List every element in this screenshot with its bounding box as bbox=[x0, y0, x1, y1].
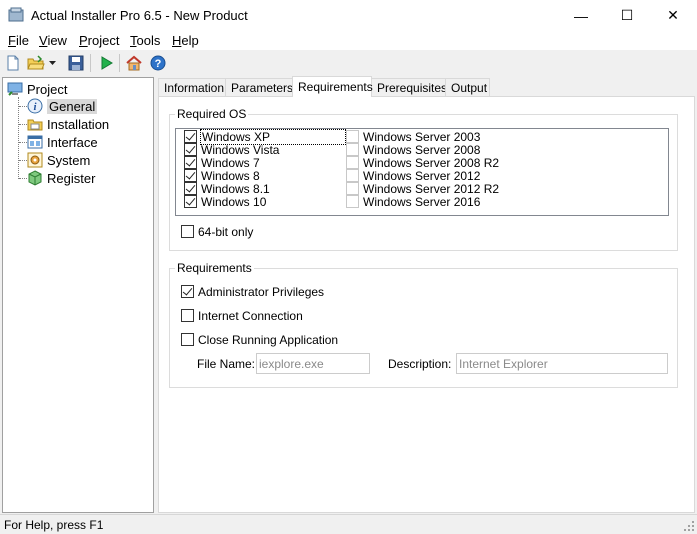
status-text: For Help, press F1 bbox=[4, 518, 104, 532]
open-folder-icon[interactable] bbox=[27, 54, 45, 72]
os-checkbox-windows-7[interactable]: Windows 7 bbox=[184, 156, 260, 170]
tab-parameters[interactable]: Parameters bbox=[225, 78, 293, 97]
checkbox-box[interactable] bbox=[184, 156, 197, 169]
status-bar: For Help, press F1 bbox=[0, 514, 697, 534]
toolbar-separator bbox=[90, 54, 91, 72]
project-tree: Project i General Installation Interface… bbox=[2, 77, 154, 513]
checkbox-box[interactable] bbox=[184, 182, 197, 195]
resize-grip-icon[interactable] bbox=[683, 520, 695, 532]
os-checkbox-windows-server-2012[interactable]: Windows Server 2012 bbox=[346, 169, 480, 183]
checkbox-64-bit-only[interactable]: 64-bit only bbox=[181, 225, 253, 239]
tree-connector bbox=[19, 142, 27, 143]
close-button[interactable]: ✕ bbox=[650, 0, 696, 31]
checkbox-box[interactable] bbox=[181, 333, 194, 346]
menu-tools[interactable]: Tools bbox=[130, 33, 160, 48]
tab-output[interactable]: Output bbox=[445, 78, 490, 97]
checkbox-internet-connection[interactable]: Internet Connection bbox=[181, 309, 303, 323]
menu-project[interactable]: Project bbox=[79, 33, 119, 48]
checkbox-box[interactable] bbox=[346, 130, 359, 143]
register-cube-icon bbox=[28, 170, 42, 186]
svg-text:?: ? bbox=[155, 58, 162, 70]
checkbox-box[interactable] bbox=[181, 309, 194, 322]
checkbox-box[interactable] bbox=[181, 285, 194, 298]
tree-connector bbox=[19, 124, 27, 125]
file-name-field[interactable]: iexplore.exe bbox=[256, 353, 370, 374]
checkbox-administrator-privileges[interactable]: Administrator Privileges bbox=[181, 285, 324, 299]
checkbox-box[interactable] bbox=[184, 130, 197, 143]
os-checkbox-windows-8[interactable]: Windows 8 bbox=[184, 169, 260, 183]
tree-connector bbox=[18, 97, 19, 179]
toolbar: ? bbox=[0, 50, 697, 77]
tree-connector bbox=[19, 106, 27, 107]
os-checkbox-windows-xp[interactable]: Windows XP bbox=[184, 128, 346, 145]
checkbox-box[interactable] bbox=[184, 195, 197, 208]
os-checkbox-windows-server-2008[interactable]: Windows Server 2008 bbox=[346, 143, 480, 157]
checkbox-box[interactable] bbox=[346, 156, 359, 169]
new-file-icon[interactable] bbox=[4, 54, 22, 72]
build-run-icon[interactable] bbox=[97, 54, 115, 72]
window-title: Actual Installer Pro 6.5 - New Product bbox=[31, 8, 248, 23]
checkbox-box[interactable] bbox=[346, 182, 359, 195]
help-icon[interactable]: ? bbox=[149, 54, 167, 72]
tree-item-project[interactable]: Project bbox=[7, 80, 67, 98]
checkbox-box[interactable] bbox=[181, 225, 194, 238]
tree-item-installation[interactable]: Installation bbox=[27, 115, 109, 133]
minimize-button[interactable]: — bbox=[558, 0, 604, 31]
checkbox-box[interactable] bbox=[346, 195, 359, 208]
description-label: Description: bbox=[388, 357, 452, 371]
interface-window-icon bbox=[27, 135, 43, 149]
os-checkbox-windows-8-1[interactable]: Windows 8.1 bbox=[184, 182, 270, 196]
checkbox-box[interactable] bbox=[346, 143, 359, 156]
toolbar-separator bbox=[119, 54, 120, 72]
project-computer-icon bbox=[7, 82, 23, 96]
info-icon: i bbox=[27, 98, 43, 114]
checkbox-box[interactable] bbox=[346, 169, 359, 182]
checkbox-close-running-application[interactable]: Close Running Application bbox=[181, 333, 338, 347]
tab-requirements[interactable]: Requirements bbox=[292, 76, 373, 97]
dropdown-arrow-icon[interactable] bbox=[48, 54, 58, 72]
menu-help[interactable]: Help bbox=[172, 33, 199, 48]
os-checkbox-windows-vista[interactable]: Windows Vista bbox=[184, 143, 279, 157]
tree-item-system[interactable]: System bbox=[27, 151, 90, 169]
file-name-label: File Name: bbox=[197, 357, 256, 371]
tree-item-register[interactable]: Register bbox=[27, 169, 95, 187]
menu-file[interactable]: File bbox=[8, 33, 29, 48]
os-checkbox-windows-server-2008-r2[interactable]: Windows Server 2008 R2 bbox=[346, 156, 499, 170]
os-checkbox-windows-server-2003[interactable]: Windows Server 2003 bbox=[346, 130, 480, 144]
system-settings-icon bbox=[27, 152, 43, 168]
tree-connector bbox=[19, 178, 27, 179]
tree-item-general[interactable]: i General bbox=[27, 97, 98, 115]
tab-prerequisites[interactable]: Prerequisites bbox=[371, 78, 447, 97]
tree-connector bbox=[19, 160, 27, 161]
menu-bar: File View Project Tools Help bbox=[0, 31, 697, 50]
maximize-button[interactable]: ☐ bbox=[604, 0, 650, 31]
app-icon bbox=[8, 7, 24, 22]
os-checkbox-windows-server-2016[interactable]: Windows Server 2016 bbox=[346, 195, 480, 209]
checkbox-box[interactable] bbox=[184, 169, 197, 182]
installation-folder-icon bbox=[27, 119, 43, 131]
save-icon[interactable] bbox=[67, 54, 85, 72]
home-icon[interactable] bbox=[125, 54, 143, 72]
tree-item-interface[interactable]: Interface bbox=[27, 133, 98, 151]
checkbox-box[interactable] bbox=[184, 143, 197, 156]
os-checkbox-windows-10[interactable]: Windows 10 bbox=[184, 195, 266, 209]
description-field[interactable]: Internet Explorer bbox=[456, 353, 668, 374]
tab-information[interactable]: Information bbox=[158, 78, 226, 97]
required-os-title: Required OS bbox=[175, 107, 249, 121]
menu-view[interactable]: View bbox=[39, 33, 67, 48]
requirements-title: Requirements bbox=[175, 261, 254, 275]
title-bar: Actual Installer Pro 6.5 - New Product —… bbox=[0, 0, 697, 31]
os-checkbox-windows-server-2012-r2[interactable]: Windows Server 2012 R2 bbox=[346, 182, 499, 196]
